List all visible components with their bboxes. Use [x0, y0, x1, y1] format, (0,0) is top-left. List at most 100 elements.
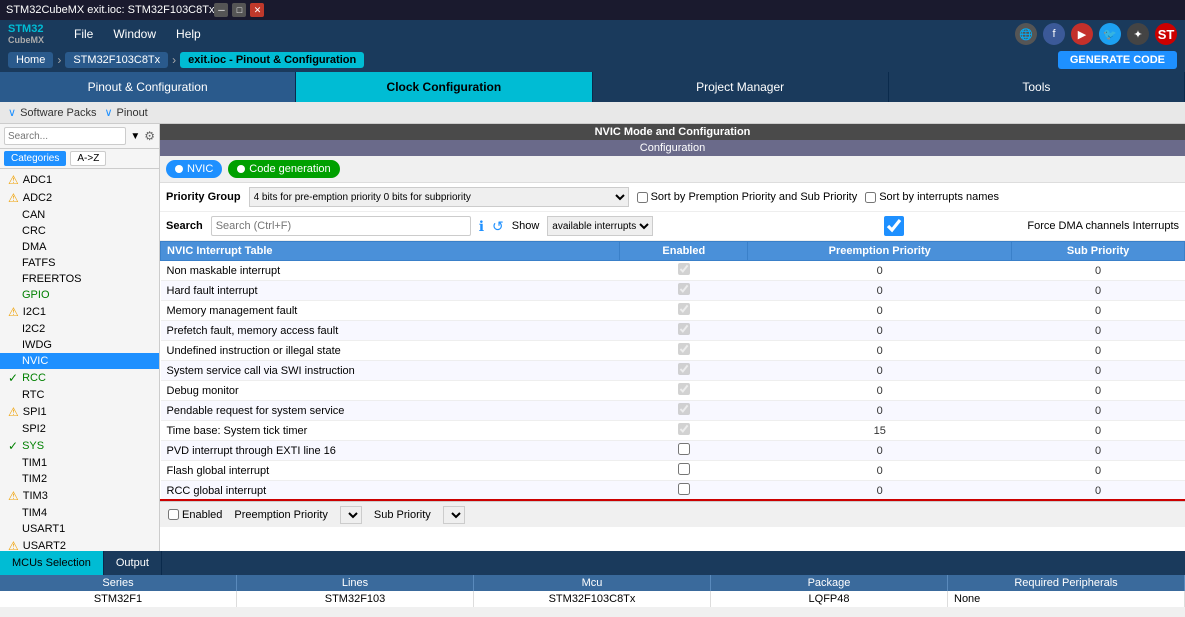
subtab-software-packs[interactable]: ∨ Software Packs	[8, 106, 96, 119]
force-dma-check[interactable]: Force DMA channels Interrupts	[764, 216, 1179, 236]
sidebar-item-usart2[interactable]: ⚠ USART2	[0, 537, 159, 551]
facebook-icon[interactable]: f	[1043, 23, 1065, 45]
enabled-checkbox[interactable]	[678, 323, 690, 335]
sort-preemption-check[interactable]: Sort by Premption Priority and Sub Prior…	[637, 191, 858, 203]
sidebar-item-tim1[interactable]: TIM1	[0, 455, 159, 471]
globe-icon[interactable]: 🌐	[1015, 23, 1037, 45]
sidebar-gear-icon[interactable]: ⚙	[144, 129, 155, 143]
bottom-enabled-checkbox[interactable]	[168, 509, 179, 520]
sidebar: ▼ ⚙ Categories A->Z ⚠ ADC1 ⚠ ADC2 CAN CR…	[0, 124, 160, 551]
sidebar-item-crc[interactable]: CRC	[0, 223, 159, 239]
sidebar-item-sys[interactable]: ✓ SYS	[0, 437, 159, 455]
enabled-checkbox[interactable]	[678, 343, 690, 355]
tab-pinout[interactable]: Pinout & Configuration	[0, 72, 296, 102]
tab-project[interactable]: Project Manager	[593, 72, 889, 102]
interrupt-enabled[interactable]	[620, 401, 748, 421]
interrupt-enabled[interactable]	[620, 341, 748, 361]
status-tab-mcu[interactable]: MCUs Selection	[0, 551, 104, 575]
mode-tab-codegen[interactable]: Code generation	[228, 160, 339, 178]
breadcrumb-current[interactable]: exit.ioc - Pinout & Configuration	[180, 52, 364, 68]
tab-clock[interactable]: Clock Configuration	[296, 72, 592, 102]
sidebar-item-tim2[interactable]: TIM2	[0, 471, 159, 487]
sidebar-item-adc1[interactable]: ⚠ ADC1	[0, 171, 159, 189]
enabled-checkbox[interactable]	[678, 443, 690, 455]
interrupt-enabled[interactable]	[620, 381, 748, 401]
interrupt-name: Hard fault interrupt	[161, 281, 620, 301]
subtab-pinout[interactable]: ∨ Pinout	[104, 106, 147, 119]
sort-preemption-checkbox[interactable]	[637, 192, 648, 203]
sidebar-item-rcc[interactable]: ✓ RCC	[0, 369, 159, 387]
twitter-icon[interactable]: 🐦	[1099, 23, 1121, 45]
codegen-dot	[237, 165, 245, 173]
enabled-checkbox[interactable]	[678, 423, 690, 435]
sidebar-item-i2c2[interactable]: I2C2	[0, 321, 159, 337]
mode-tab-nvic-label: NVIC	[187, 163, 213, 175]
breadcrumb-mcu[interactable]: STM32F103C8Tx	[65, 52, 168, 68]
enabled-checkbox[interactable]	[678, 483, 690, 495]
bottom-enabled-check[interactable]: Enabled	[168, 509, 222, 521]
sidebar-item-usart1[interactable]: USART1	[0, 521, 159, 537]
bottom-sub-select[interactable]	[443, 506, 465, 524]
enabled-checkbox[interactable]	[678, 363, 690, 375]
sidebar-item-rtc[interactable]: RTC	[0, 387, 159, 403]
sidebar-item-iwdg[interactable]: IWDG	[0, 337, 159, 353]
network-icon[interactable]: ✦	[1127, 23, 1149, 45]
sidebar-item-can[interactable]: CAN	[0, 207, 159, 223]
menu-help[interactable]: Help	[176, 27, 201, 41]
tab-tools[interactable]: Tools	[889, 72, 1185, 102]
preemption-priority: 0	[748, 441, 1012, 461]
enabled-checkbox[interactable]	[678, 463, 690, 475]
interrupt-enabled[interactable]	[620, 281, 748, 301]
sort-names-check[interactable]: Sort by interrupts names	[865, 191, 999, 203]
sidebar-item-spi2[interactable]: SPI2	[0, 421, 159, 437]
interrupt-enabled[interactable]	[620, 441, 748, 461]
restore-button[interactable]: □	[232, 3, 246, 17]
sidebar-item-adc2[interactable]: ⚠ ADC2	[0, 189, 159, 207]
sidebar-item-fatfs[interactable]: FATFS	[0, 255, 159, 271]
sidebar-search-input[interactable]	[4, 127, 126, 145]
interrupt-enabled[interactable]	[620, 261, 748, 281]
enabled-checkbox[interactable]	[678, 403, 690, 415]
minimize-button[interactable]: ─	[214, 3, 228, 17]
enabled-checkbox[interactable]	[678, 303, 690, 315]
sidebar-item-nvic[interactable]: NVIC	[0, 353, 159, 369]
status-tab-output[interactable]: Output	[104, 551, 162, 575]
sidebar-tabs: Categories A->Z	[0, 149, 159, 169]
sidebar-tab-categories[interactable]: Categories	[4, 151, 66, 166]
sidebar-item-label: DMA	[22, 241, 46, 253]
close-button[interactable]: ✕	[250, 3, 264, 17]
priority-group-select[interactable]: 4 bits for pre-emption priority 0 bits f…	[249, 187, 629, 207]
generate-code-button[interactable]: GENERATE CODE	[1058, 51, 1177, 69]
search-input[interactable]	[211, 216, 471, 236]
interrupt-enabled[interactable]	[620, 321, 748, 341]
menu-window[interactable]: Window	[113, 27, 156, 41]
sort-names-checkbox[interactable]	[865, 192, 876, 203]
sidebar-item-dma[interactable]: DMA	[0, 239, 159, 255]
interrupt-enabled[interactable]	[620, 481, 748, 501]
mode-tab-nvic[interactable]: NVIC	[166, 160, 222, 178]
bottom-preemption-select[interactable]	[340, 506, 362, 524]
sidebar-item-i2c1[interactable]: ⚠ I2C1	[0, 303, 159, 321]
st-logo-icon[interactable]: ST	[1155, 23, 1177, 45]
sidebar-item-freertos[interactable]: FREERTOS	[0, 271, 159, 287]
enabled-checkbox[interactable]	[678, 283, 690, 295]
interrupt-enabled[interactable]	[620, 301, 748, 321]
interrupt-enabled[interactable]	[620, 461, 748, 481]
breadcrumb-home[interactable]: Home	[8, 52, 53, 68]
sidebar-item-gpio[interactable]: GPIO	[0, 287, 159, 303]
sidebar-item-spi1[interactable]: ⚠ SPI1	[0, 403, 159, 421]
info-icon[interactable]: ℹ	[479, 218, 484, 235]
show-select[interactable]: available interruptsall interruptsenable…	[547, 216, 653, 236]
sidebar-item-tim3[interactable]: ⚠ TIM3	[0, 487, 159, 505]
sidebar-tab-az[interactable]: A->Z	[70, 151, 106, 166]
enabled-checkbox[interactable]	[678, 383, 690, 395]
interrupt-enabled[interactable]	[620, 421, 748, 441]
youtube-icon[interactable]: ▶	[1071, 23, 1093, 45]
sidebar-item-tim4[interactable]: TIM4	[0, 505, 159, 521]
sidebar-dropdown-icon[interactable]: ▼	[130, 131, 140, 142]
interrupt-enabled[interactable]	[620, 361, 748, 381]
refresh-icon[interactable]: ↺	[492, 218, 504, 235]
force-dma-checkbox[interactable]	[764, 216, 1024, 236]
menu-file[interactable]: File	[74, 27, 93, 41]
enabled-checkbox[interactable]	[678, 263, 690, 275]
